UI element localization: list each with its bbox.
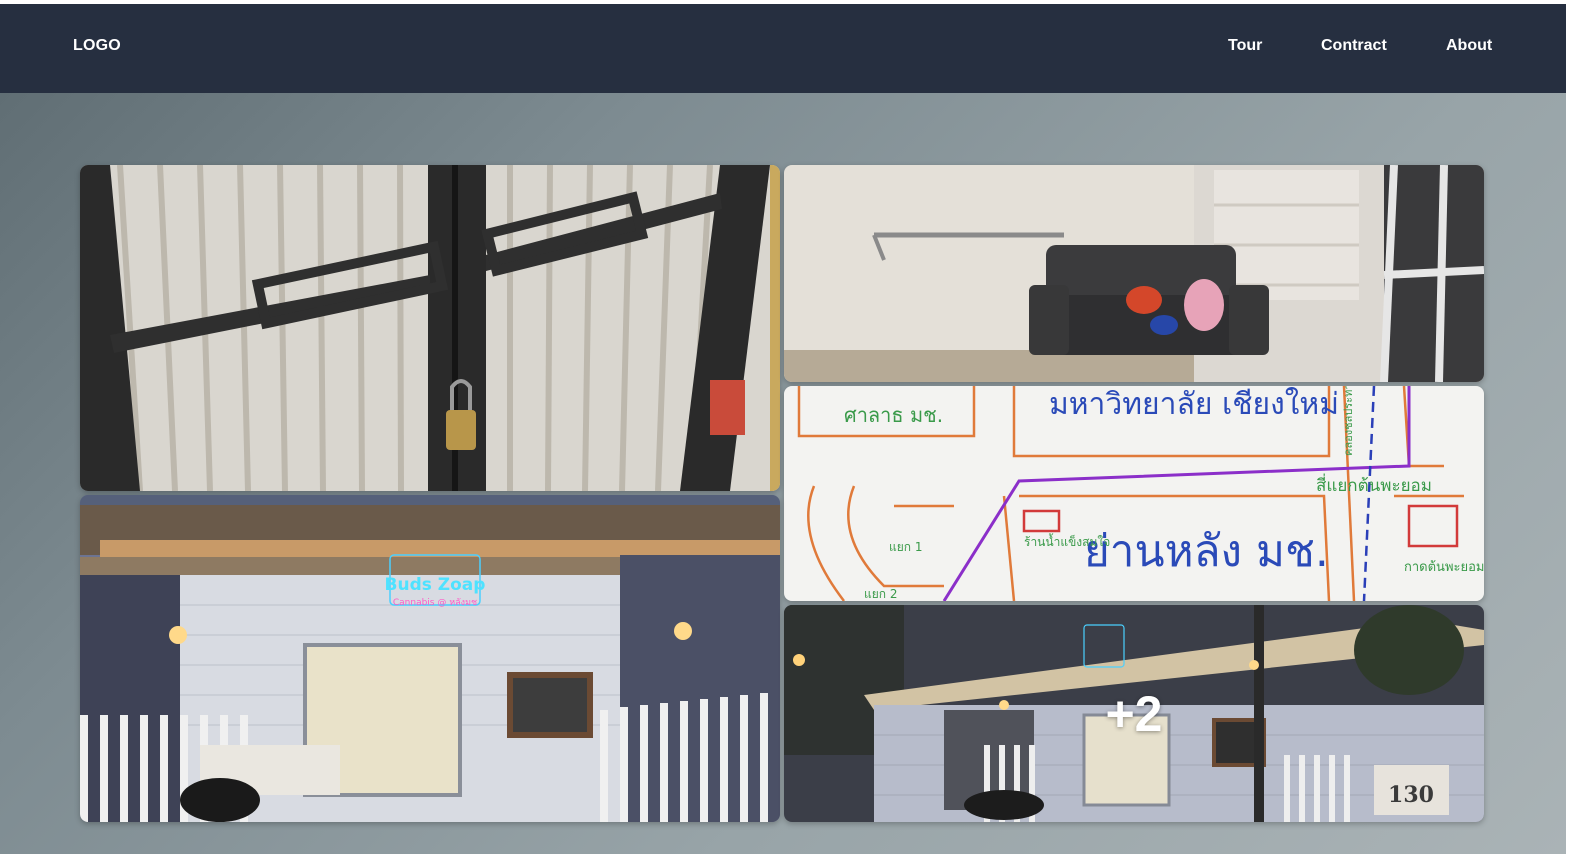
map-label-junction-1: แยก 1 [889, 540, 922, 554]
hand-drawn-map-image: ศาลาธ มช. มหาวิทยาลัย เชียงใหม่ ย่านหลัง… [784, 386, 1484, 601]
shop-front-image: Buds Zoap Cannabis @ หลังมช [80, 495, 780, 822]
logo[interactable]: LOGO [73, 37, 121, 55]
gallery-photo-door-lock[interactable] [80, 165, 780, 491]
interior-sofa-image [784, 165, 1484, 382]
door-lock-image [80, 165, 780, 491]
photo-gallery: ศาลาธ มช. มหาวิทยาลัย เชียงใหม่ ย่านหลัง… [80, 165, 1484, 822]
nav-link-tour[interactable]: Tour [1228, 37, 1262, 55]
page-background: LOGO Tour Contract About ศาลาธ มช. มหาวิ… [0, 4, 1566, 854]
map-label-intersection: สี่แยกต้นพะยอม [1316, 473, 1432, 496]
map-label-lang-mor: ย่านหลัง มช. [1084, 526, 1329, 577]
map-label-sala: ศาลาธ มช. [844, 403, 943, 427]
gallery-photo-shop-front[interactable]: Buds Zoap Cannabis @ หลังมช [80, 495, 780, 822]
top-navbar: LOGO Tour Contract About [0, 4, 1566, 93]
nav-link-contract[interactable]: Contract [1321, 37, 1387, 55]
map-label-canal: คลองชลประทาน [1342, 386, 1355, 456]
shop-sign-subtitle: Cannabis @ หลังมช [393, 598, 477, 608]
map-label-junction-2: แยก 2 [864, 587, 897, 601]
gallery-photo-shop-street-night[interactable]: 130 +2 [784, 605, 1484, 822]
gallery-photo-hand-drawn-map[interactable]: ศาลาธ มช. มหาวิทยาลัย เชียงใหม่ ย่านหลัง… [784, 386, 1484, 601]
more-photos-overlay[interactable]: +2 [784, 605, 1484, 822]
map-label-ice-shop: ร้านน้ำแข็งสมใจ [1024, 533, 1110, 549]
shop-sign: Buds Zoap [385, 575, 486, 595]
gallery-photo-interior-sofa[interactable] [784, 165, 1484, 382]
nav-link-about[interactable]: About [1446, 37, 1492, 55]
map-label-cmu: มหาวิทยาลัย เชียงใหม่ [1049, 387, 1339, 422]
map-label-market: กาดต้นพะยอม [1404, 560, 1484, 575]
